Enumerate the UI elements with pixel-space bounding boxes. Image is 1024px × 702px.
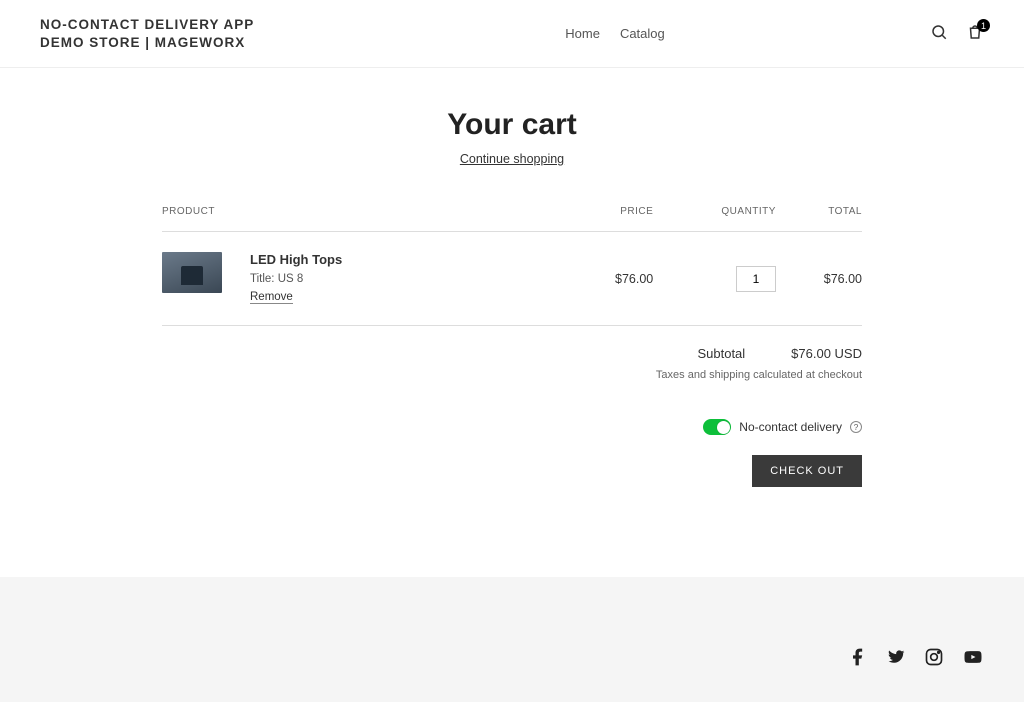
no-contact-toggle[interactable] xyxy=(703,419,731,435)
page-title: Your cart xyxy=(162,108,862,142)
product-thumbnail xyxy=(162,252,222,293)
site-header: NO-CONTACT DELIVERY APP DEMO STORE | MAG… xyxy=(0,0,1024,68)
info-icon[interactable]: ? xyxy=(850,421,862,433)
tax-shipping-note: Taxes and shipping calculated at checkou… xyxy=(162,369,862,381)
brand-title: NO-CONTACT DELIVERY APP DEMO STORE | MAG… xyxy=(40,16,300,51)
product-name: LED High Tops xyxy=(250,252,342,267)
header-actions: 1 xyxy=(930,23,984,44)
nav-catalog[interactable]: Catalog xyxy=(620,26,665,41)
product-variant: Title: US 8 xyxy=(250,273,342,285)
unit-price: $76.00 xyxy=(567,232,653,326)
search-icon xyxy=(930,29,948,44)
col-quantity: QUANTITY xyxy=(653,206,776,232)
col-price: PRICE xyxy=(567,206,653,232)
cart-count-badge: 1 xyxy=(977,19,990,32)
no-contact-label: No-contact delivery xyxy=(739,420,842,434)
product-cell: LED High Tops Title: US 8 Remove xyxy=(162,252,567,305)
table-row: LED High Tops Title: US 8 Remove $76.00 … xyxy=(162,232,862,326)
line-total: $76.00 xyxy=(776,232,862,326)
cart-page: Your cart Continue shopping PRODUCT PRIC… xyxy=(162,68,862,547)
cart-table: PRODUCT PRICE QUANTITY TOTAL LED High To… xyxy=(162,206,862,326)
youtube-icon[interactable] xyxy=(962,647,984,672)
continue-shopping-link[interactable]: Continue shopping xyxy=(162,152,862,166)
instagram-icon[interactable] xyxy=(924,647,944,672)
cart-button[interactable]: 1 xyxy=(966,23,984,44)
site-footer xyxy=(0,577,1024,702)
facebook-icon[interactable] xyxy=(848,647,868,672)
nav-home[interactable]: Home xyxy=(565,26,600,41)
cart-summary: Subtotal $76.00 USD Taxes and shipping c… xyxy=(162,346,862,381)
twitter-icon[interactable] xyxy=(886,647,906,672)
col-total: TOTAL xyxy=(776,206,862,232)
search-button[interactable] xyxy=(930,23,948,44)
col-product: PRODUCT xyxy=(162,206,567,232)
main-nav: Home Catalog xyxy=(565,26,665,41)
checkout-button[interactable]: CHECK OUT xyxy=(752,455,862,487)
subtotal-value: $76.00 USD xyxy=(791,346,862,361)
quantity-input[interactable] xyxy=(736,266,776,292)
subtotal-label: Subtotal xyxy=(697,346,745,361)
no-contact-delivery-row: No-contact delivery ? xyxy=(162,419,862,435)
remove-button[interactable]: Remove xyxy=(250,291,293,304)
